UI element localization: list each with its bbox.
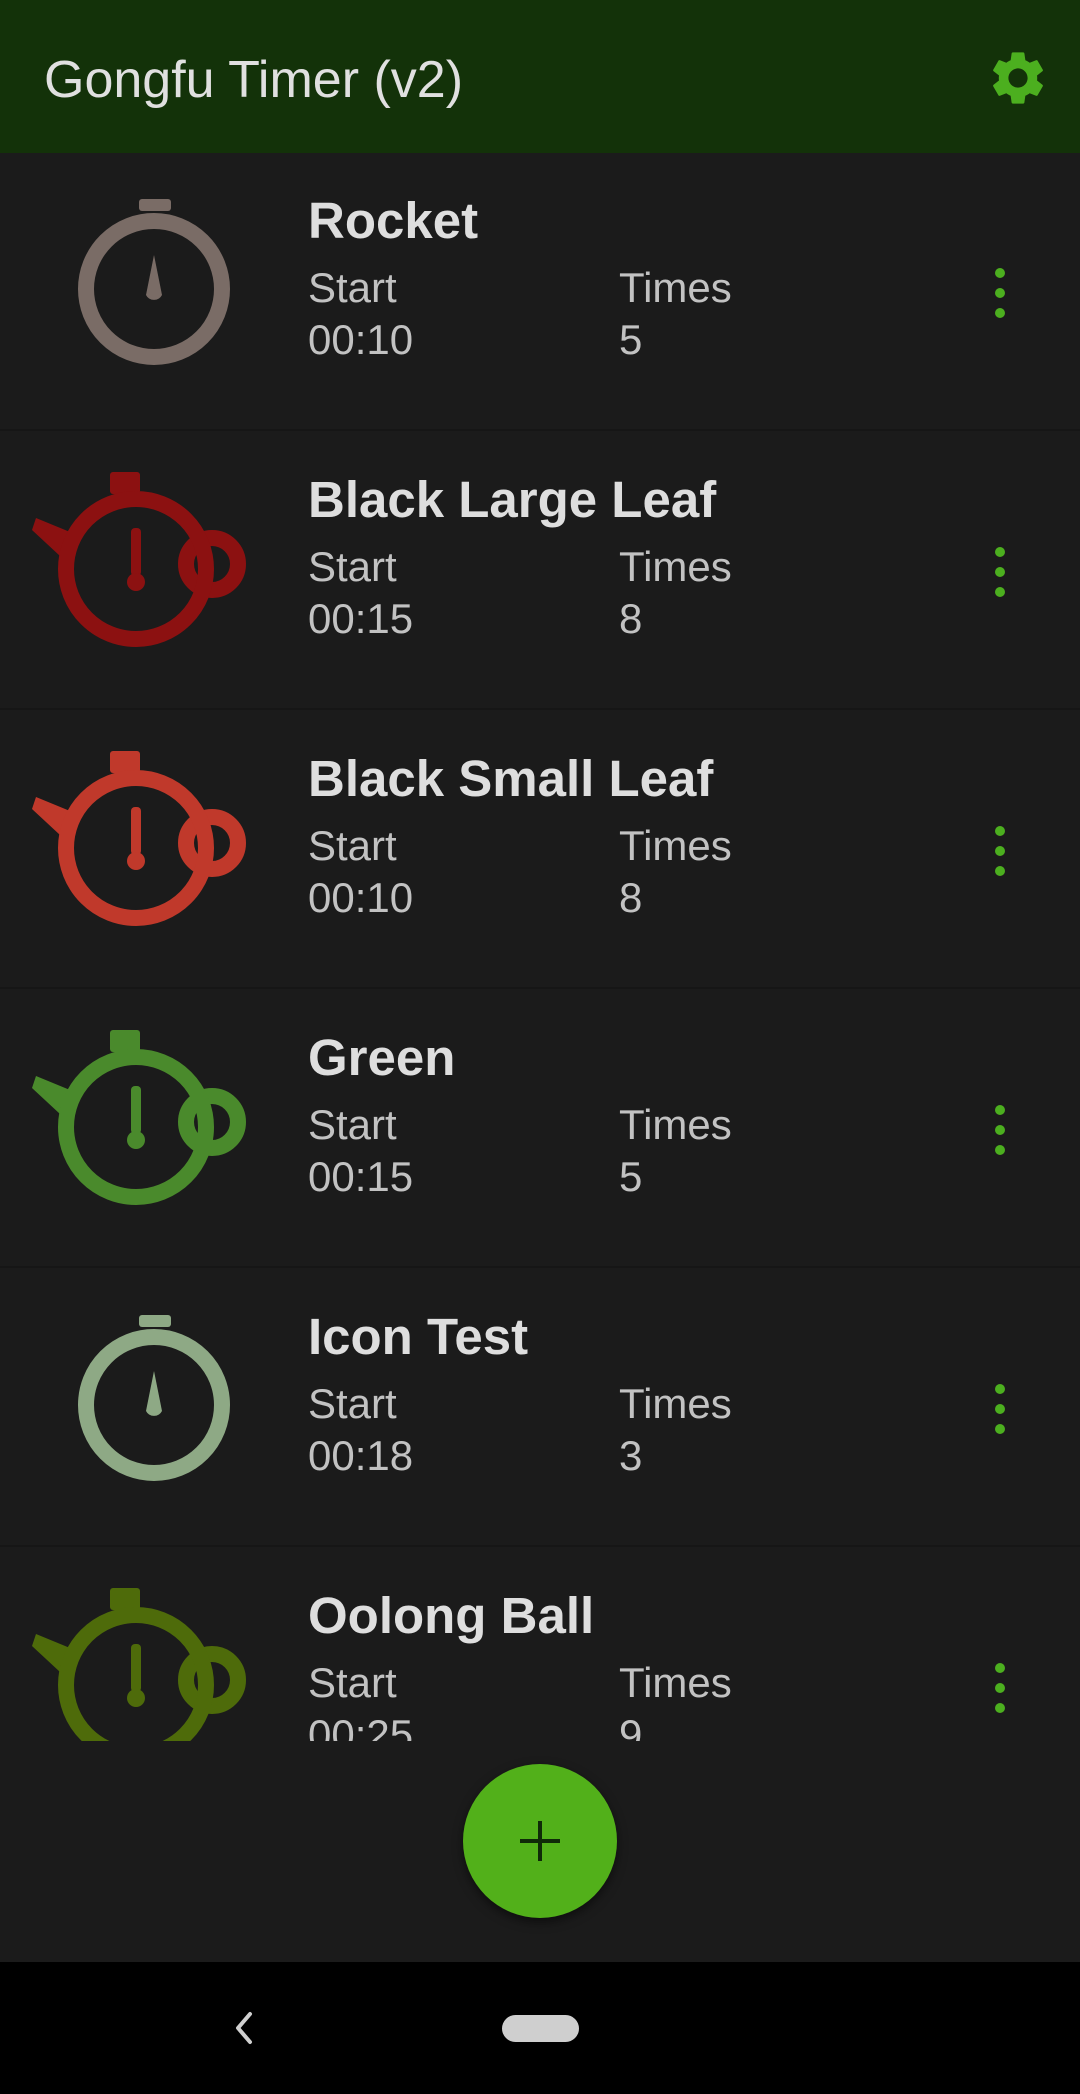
start-label: Start <box>308 543 397 590</box>
teapot-icon <box>30 1588 280 1741</box>
stopwatch-icon <box>30 193 280 393</box>
start-label: Start <box>308 1380 397 1427</box>
teapot-icon <box>30 472 280 672</box>
tea-row[interactable]: Black Small Leaf Start 00:10 Times 8 <box>0 711 1080 989</box>
start-label: Start <box>308 1659 397 1706</box>
times-label: Times <box>619 1380 732 1427</box>
times-label: Times <box>619 543 732 590</box>
start-value: 00:10 <box>308 316 414 363</box>
more-options-button[interactable] <box>976 823 1024 879</box>
tea-name: Black Large Leaf <box>308 471 717 528</box>
start-label: Start <box>308 1101 397 1148</box>
start-label: Start <box>308 264 397 311</box>
times-value: 5 <box>619 1153 643 1200</box>
tea-name: Rocket <box>308 192 479 249</box>
tea-name: Oolong Ball <box>308 1587 595 1644</box>
times-value: 9 <box>619 1711 643 1741</box>
start-value: 00:25 <box>308 1711 414 1741</box>
tea-row[interactable]: Rocket Start 00:10 Times 5 <box>0 153 1080 431</box>
times-label: Times <box>619 264 732 311</box>
start-value: 00:15 <box>308 1153 414 1200</box>
start-value: 00:18 <box>308 1432 414 1479</box>
more-options-button[interactable] <box>976 265 1024 321</box>
app-bar: Gongfu Timer (v2) <box>0 0 1080 153</box>
tea-name: Green <box>308 1029 456 1086</box>
start-label: Start <box>308 822 397 869</box>
settings-button[interactable] <box>986 46 1050 110</box>
app-title: Gongfu Timer (v2) <box>44 51 464 109</box>
more-options-button[interactable] <box>976 1660 1024 1716</box>
tea-row[interactable]: Oolong Ball Start 00:25 Times 9 <box>0 1548 1080 1741</box>
system-nav-bar <box>0 1962 1080 2094</box>
start-value: 00:15 <box>308 595 414 642</box>
add-tea-button[interactable] <box>463 1764 617 1918</box>
start-value: 00:10 <box>308 874 414 921</box>
home-button[interactable] <box>502 2015 579 2042</box>
tea-name: Black Small Leaf <box>308 750 714 807</box>
times-value: 3 <box>619 1432 643 1479</box>
times-value: 8 <box>619 874 643 921</box>
more-options-button[interactable] <box>976 544 1024 600</box>
teapot-icon <box>30 751 280 951</box>
back-button[interactable] <box>224 2004 264 2052</box>
tea-row[interactable]: Black Large Leaf Start 00:15 Times 8 <box>0 432 1080 710</box>
times-label: Times <box>619 822 732 869</box>
times-value: 5 <box>619 316 643 363</box>
teapot-icon <box>30 1030 280 1230</box>
more-options-button[interactable] <box>976 1102 1024 1158</box>
tea-list[interactable]: Rocket Start 00:10 Times 5 Black Large Leaf St… <box>0 153 1080 1741</box>
times-label: Times <box>619 1101 732 1148</box>
times-value: 8 <box>619 595 643 642</box>
more-options-button[interactable] <box>976 1381 1024 1437</box>
back-chevron-icon <box>236 2012 252 2044</box>
tea-row[interactable]: Green Start 00:15 Times 5 <box>0 990 1080 1268</box>
gear-icon <box>993 52 1043 104</box>
tea-name: Icon Test <box>308 1308 529 1365</box>
stopwatch-icon <box>30 1309 280 1509</box>
tea-row[interactable]: Icon Test Start 00:18 Times 3 <box>0 1269 1080 1547</box>
times-label: Times <box>619 1659 732 1706</box>
plus-icon <box>520 1821 560 1861</box>
